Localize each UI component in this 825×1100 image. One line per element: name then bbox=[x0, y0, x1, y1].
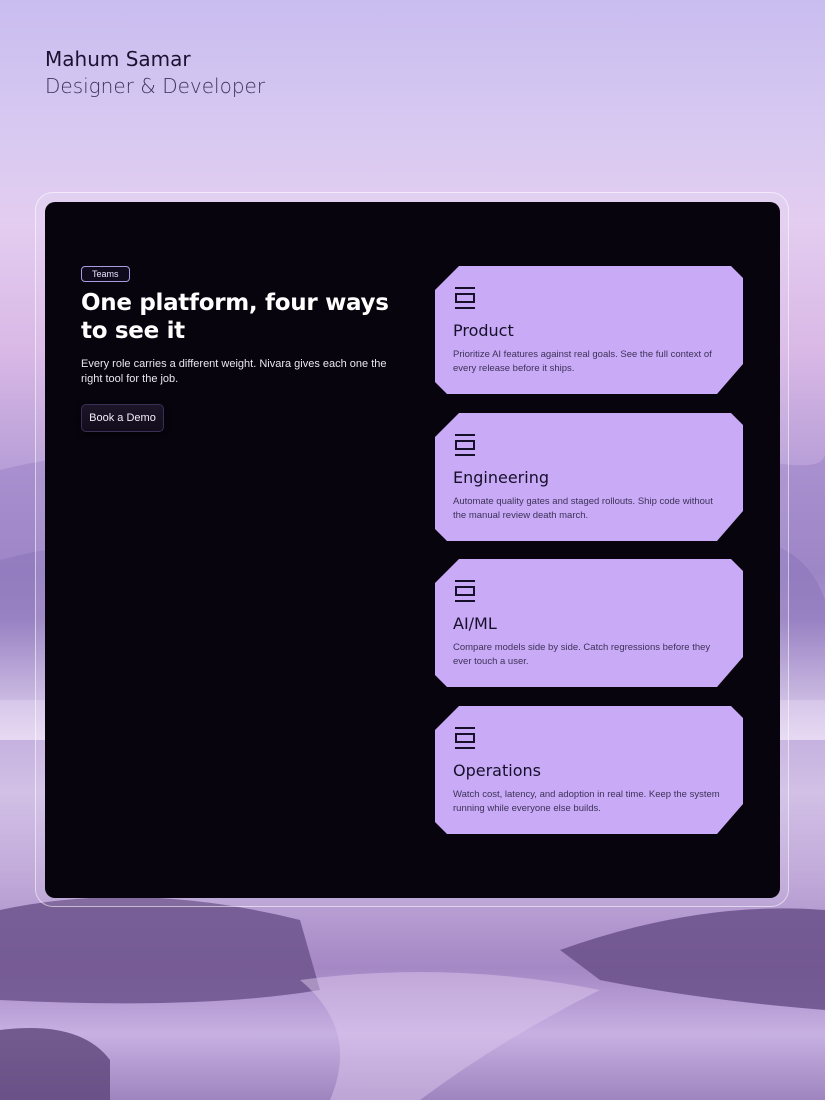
card-operations[interactable]: Operations Watch cost, latency, and adop… bbox=[435, 706, 743, 834]
book-demo-button[interactable]: Book a Demo bbox=[81, 404, 164, 432]
section-headline: One platform, four ways to see it bbox=[81, 290, 389, 344]
card-ai-ml[interactable]: AI/ML Compare models side by side. Catch… bbox=[435, 559, 743, 687]
author-role: Designer & Developer bbox=[45, 74, 266, 98]
author-name: Mahum Samar bbox=[45, 47, 191, 71]
teams-badge: Teams bbox=[81, 266, 130, 282]
card-description: Watch cost, latency, and adoption in rea… bbox=[453, 789, 720, 814]
layout-rows-icon bbox=[455, 434, 475, 456]
card-description: Automate quality gates and staged rollou… bbox=[453, 496, 713, 521]
card-title: Product bbox=[453, 321, 514, 340]
layout-rows-icon bbox=[455, 287, 475, 309]
layout-rows-icon bbox=[455, 727, 475, 749]
card-engineering[interactable]: Engineering Automate quality gates and s… bbox=[435, 413, 743, 541]
card-title: Engineering bbox=[453, 468, 549, 487]
author-block: Mahum Samar Designer & Developer bbox=[45, 46, 265, 100]
card-title: Operations bbox=[453, 761, 541, 780]
card-product[interactable]: Product Prioritize AI features against r… bbox=[435, 266, 743, 394]
card-description: Prioritize AI features against real goal… bbox=[453, 349, 712, 374]
card-title: AI/ML bbox=[453, 614, 497, 633]
card-description: Compare models side by side. Catch regre… bbox=[453, 642, 711, 667]
section-subtext: Every role carries a different weight. N… bbox=[81, 358, 387, 385]
layout-rows-icon bbox=[455, 580, 475, 602]
